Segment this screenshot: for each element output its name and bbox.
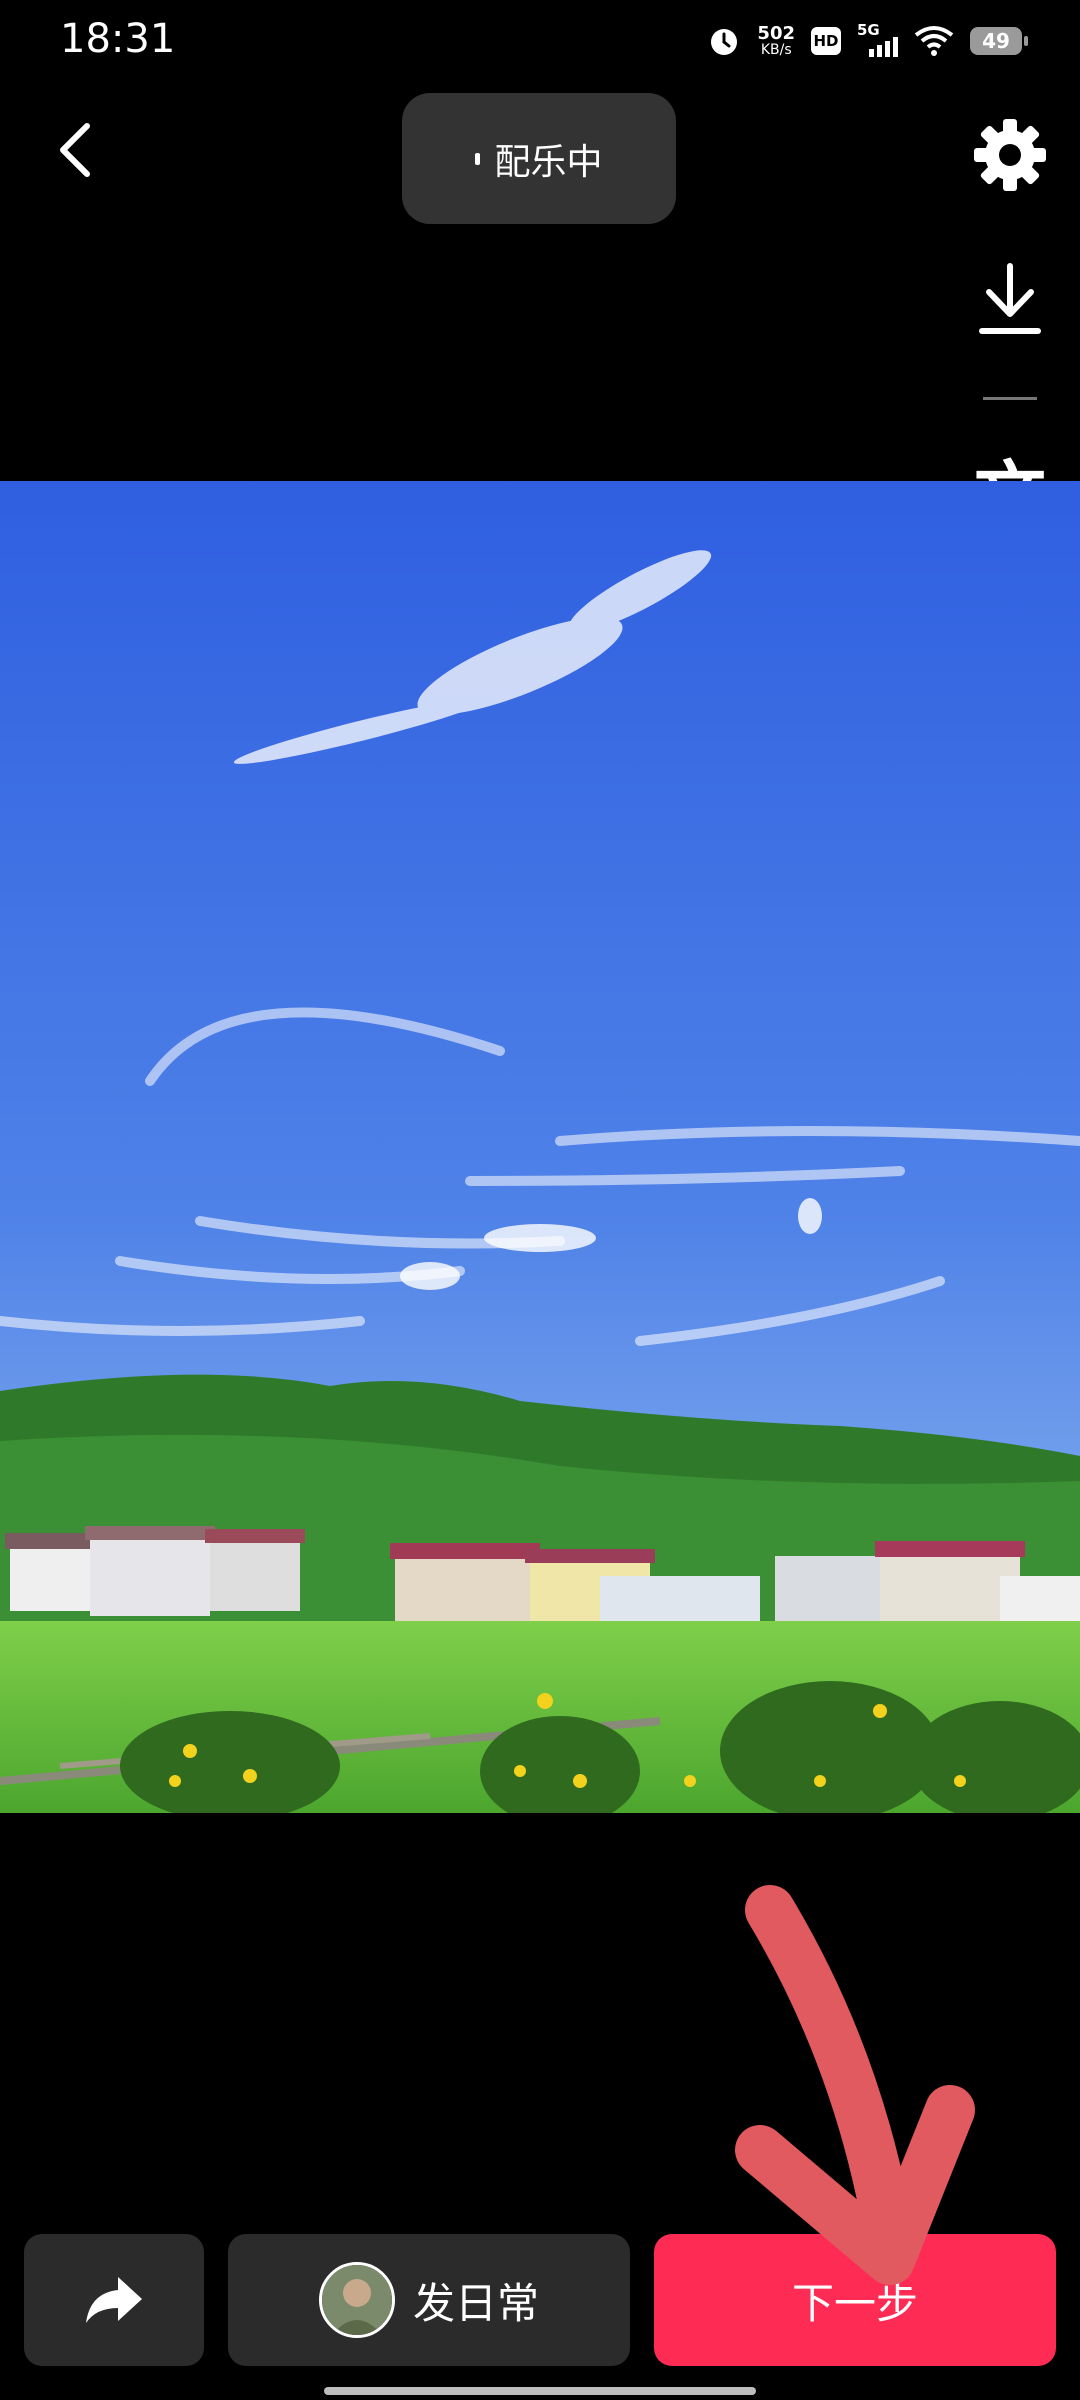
photo-preview[interactable] — [0, 481, 1080, 1813]
status-time: 18:31 — [60, 16, 176, 62]
hd-badge: HD — [811, 27, 841, 55]
music-indicator-icon — [475, 152, 481, 165]
music-label: 配乐中 — [494, 141, 603, 183]
avatar — [318, 2262, 395, 2338]
toolbar-divider — [940, 394, 1080, 402]
settings-button[interactable] — [940, 110, 1080, 200]
battery-indicator: 49 — [970, 27, 1028, 55]
post-daily-button[interactable]: 发日常 — [228, 2234, 630, 2366]
status-icons: 502 KB/s HD 5G 49 — [707, 18, 1028, 64]
download-icon — [979, 263, 1041, 334]
music-status-pill[interactable]: 配乐中 — [402, 93, 676, 224]
next-step-label: 下一步 — [791, 2278, 918, 2328]
landscape-image — [0, 481, 1080, 1813]
download-button[interactable] — [940, 255, 1080, 345]
chevron-left-icon — [60, 123, 90, 177]
post-daily-label: 发日常 — [412, 2278, 539, 2328]
signal-icon: 5G — [857, 21, 898, 57]
status-bar: 18:31 502 KB/s HD 5G 49 — [0, 0, 1080, 80]
gear-icon — [974, 119, 1046, 191]
wifi-icon — [914, 26, 954, 56]
net-speed: 502 KB/s — [757, 23, 795, 58]
next-step-button[interactable]: 下一步 — [654, 2234, 1056, 2366]
alarm-icon — [711, 29, 738, 55]
home-indicator[interactable] — [324, 2387, 756, 2395]
share-arrow-icon — [86, 2277, 142, 2323]
bottom-action-bar: 发日常 下一步 — [0, 2234, 1080, 2366]
share-button[interactable] — [24, 2234, 204, 2366]
back-button[interactable] — [40, 110, 110, 190]
